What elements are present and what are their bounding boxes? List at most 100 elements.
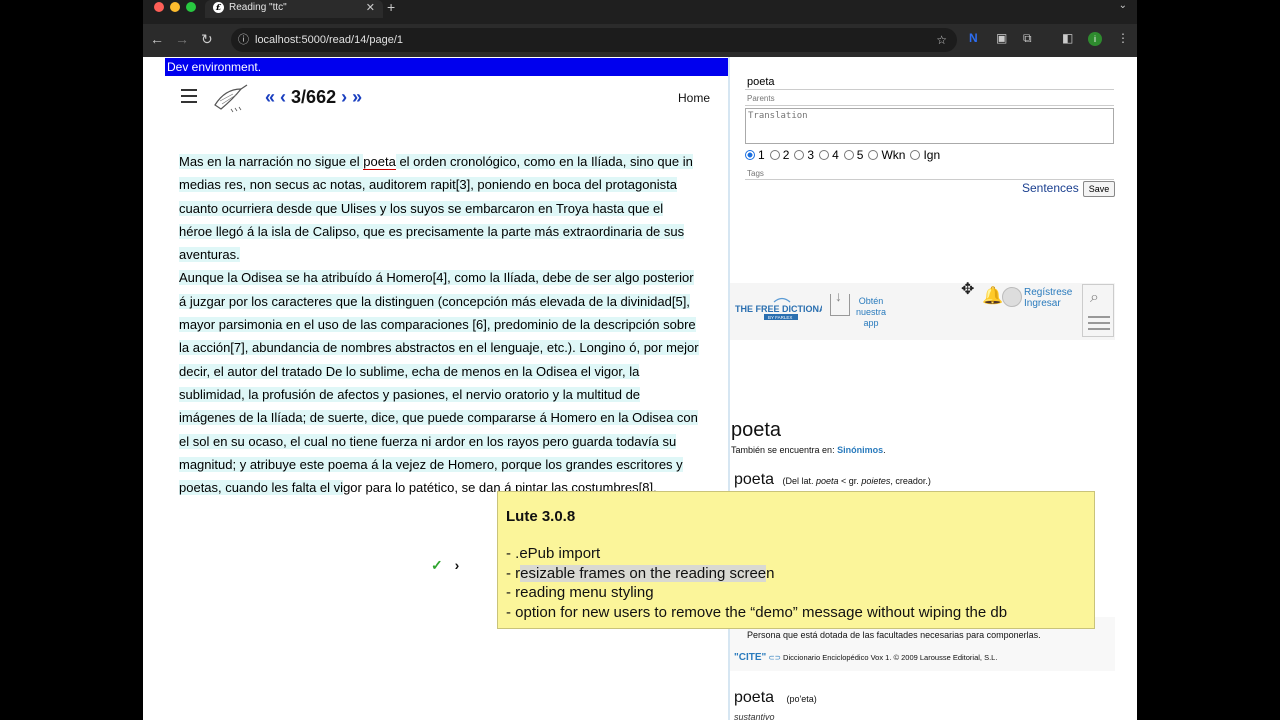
dictionary-entry-2: poeta (po'eta): [734, 689, 817, 706]
also-found-in: También se encuentra en: Sinónimos.: [731, 445, 886, 455]
release-notes-list: - .ePub import - resizable frames on the…: [506, 544, 1007, 622]
tab-search-chevron-icon[interactable]: ⌄: [1119, 0, 1127, 11]
page-navigation: « ‹ 3/662 › »: [265, 87, 362, 108]
status-label: 5: [856, 148, 864, 162]
release-note-item: - option for new users to remove the “de…: [506, 603, 1008, 621]
new-tab-icon[interactable]: +: [387, 0, 395, 15]
radio-icon[interactable]: [819, 150, 830, 160]
status-label: 3: [807, 148, 815, 162]
first-page-link[interactable]: «: [265, 87, 275, 107]
tags-input[interactable]: [745, 167, 1114, 180]
term-input[interactable]: [745, 74, 1114, 90]
radio-icon[interactable]: [843, 150, 854, 160]
status-option-wkn[interactable]: Wkn: [868, 148, 905, 162]
radio-icon[interactable]: [910, 150, 921, 160]
search-icon[interactable]: ⌕: [1090, 289, 1099, 307]
bell-icon[interactable]: 🔔: [982, 286, 1003, 306]
next-page-link[interactable]: ›: [341, 87, 347, 107]
status-option-5[interactable]: 5: [843, 148, 864, 162]
home-link[interactable]: Home: [678, 91, 710, 105]
extension-screenshot-icon[interactable]: ▣: [996, 31, 1007, 45]
next-page-arrow-icon[interactable]: ›: [455, 557, 460, 573]
citation-row: "CITE" ⊂⊃ Diccionario Enciclopédico Vox …: [734, 652, 997, 663]
dictionary-menu-icon[interactable]: [1088, 316, 1110, 334]
get-app-link[interactable]: Obtén nuestra app: [856, 296, 886, 329]
selected-word[interactable]: poeta: [363, 154, 396, 170]
dictionary-header: THE FREE DICTIONARY BY FARLEX Obtén nues…: [730, 281, 1115, 340]
dictionary-search-box: ⌕: [1082, 284, 1114, 337]
cite-link[interactable]: "CITE": [734, 652, 766, 663]
address-bar-row: ← → ↻ ⓘ localhost:5000/read/14/page/1 ☆ …: [143, 24, 1137, 57]
svg-text:THE FREE DICTIONARY: THE FREE DICTIONARY: [735, 304, 822, 314]
forward-icon[interactable]: →: [175, 31, 189, 47]
the-free-dictionary-logo-icon[interactable]: THE FREE DICTIONARY BY FARLEX: [734, 297, 822, 321]
close-window-button[interactable]: [154, 2, 164, 12]
status-option-3[interactable]: 3: [794, 148, 814, 162]
tab-close-icon[interactable]: ✕: [366, 0, 375, 16]
side-panel-icon[interactable]: ◧: [1062, 31, 1073, 45]
bookmark-star-icon[interactable]: ☆: [936, 28, 947, 52]
parents-input[interactable]: [745, 92, 1114, 106]
url-text: localhost:5000/read/14/page/1: [255, 34, 404, 46]
zoom-window-button[interactable]: [186, 2, 196, 12]
minimize-window-button[interactable]: [170, 2, 180, 12]
extensions-puzzle-icon[interactable]: ⧉: [1023, 31, 1032, 46]
move-cursor-icon: ✥: [961, 281, 975, 298]
reload-icon[interactable]: ↻: [201, 31, 213, 48]
dictionary-entry-1: poeta (Del lat. poeta < gr. poietes, cre…: [734, 471, 931, 488]
previous-page-link[interactable]: ‹: [280, 87, 286, 107]
status-label: 2: [782, 148, 790, 162]
mark-page-done-check-icon[interactable]: ✓: [431, 557, 443, 573]
text-segment[interactable]: el orden cronológico, como en la Ilíada,…: [179, 154, 693, 263]
text-segment[interactable]: Mas en la narración no sigue el: [179, 154, 364, 169]
dictionary-headword: poeta: [731, 419, 782, 441]
radio-icon[interactable]: [745, 150, 755, 160]
text-paragraph: Mas en la narración no sigue el poeta el…: [179, 150, 699, 266]
status-option-1[interactable]: 1: [745, 148, 765, 162]
release-notes-overlay: Lute 3.0.8 - .ePub import - resizable fr…: [497, 491, 1095, 629]
status-radio-group: 1 2 3 4 5 Wkn Ign: [745, 148, 945, 162]
last-page-link[interactable]: »: [352, 87, 362, 107]
status-label: 4: [832, 148, 839, 162]
save-button[interactable]: Save: [1083, 181, 1115, 197]
sentences-link[interactable]: Sentences: [1022, 181, 1079, 195]
radio-icon[interactable]: [868, 150, 879, 160]
release-title: Lute 3.0.8: [506, 508, 576, 525]
synonyms-link[interactable]: Sinónimos: [837, 445, 883, 455]
back-icon[interactable]: ←: [150, 31, 164, 47]
status-label: 1: [758, 148, 765, 162]
status-option-2[interactable]: 2: [769, 148, 790, 162]
translation-textarea[interactable]: [745, 108, 1114, 144]
url-field[interactable]: ⓘ localhost:5000/read/14/page/1 ☆: [231, 28, 957, 52]
status-label: Ign: [923, 148, 941, 162]
etymology: (Del lat. poeta < gr. poietes, creador.): [782, 476, 931, 486]
login-link[interactable]: Ingresar: [1024, 298, 1072, 309]
tab-reading[interactable]: £ Reading "ttc" ✕: [205, 0, 383, 18]
extension-n-icon[interactable]: N: [969, 31, 978, 45]
download-app-icon[interactable]: [830, 288, 850, 316]
user-avatar-icon[interactable]: [1002, 287, 1022, 307]
browser-menu-icon[interactable]: ⋮: [1117, 31, 1129, 45]
status-option-4[interactable]: 4: [819, 148, 839, 162]
reading-menu-icon[interactable]: [181, 89, 197, 103]
text-segment[interactable]: Aunque la Odisea se ha atribuído á Homer…: [179, 270, 699, 496]
release-note-item: - reading menu styling: [506, 584, 654, 601]
account-links: Regístrese Ingresar: [1024, 287, 1072, 309]
register-link[interactable]: Regístrese: [1024, 287, 1072, 298]
pronunciation: (po'eta): [786, 694, 817, 704]
text-paragraph: Aunque la Odisea se ha atribuído á Homer…: [179, 266, 699, 499]
page-done-row: ✓ ›: [431, 557, 459, 574]
link-icon: ⊂⊃: [768, 653, 781, 662]
profile-avatar[interactable]: i: [1088, 32, 1102, 46]
lute-logo-icon[interactable]: [211, 83, 249, 113]
reading-text: Mas en la narración no sigue el poeta el…: [179, 150, 699, 499]
svg-text:BY FARLEX: BY FARLEX: [768, 315, 792, 320]
lute-favicon-icon: £: [213, 2, 224, 13]
tab-bar: £ Reading "ttc" ✕ + ⌄: [143, 0, 1137, 24]
radio-icon[interactable]: [769, 150, 780, 160]
part-of-speech: sustantivo: [734, 712, 775, 720]
status-option-ign[interactable]: Ign: [910, 148, 940, 162]
radio-icon[interactable]: [794, 150, 805, 160]
site-info-icon[interactable]: ⓘ: [238, 28, 249, 52]
definition-text: Persona que está dotada de las facultade…: [747, 630, 1041, 640]
